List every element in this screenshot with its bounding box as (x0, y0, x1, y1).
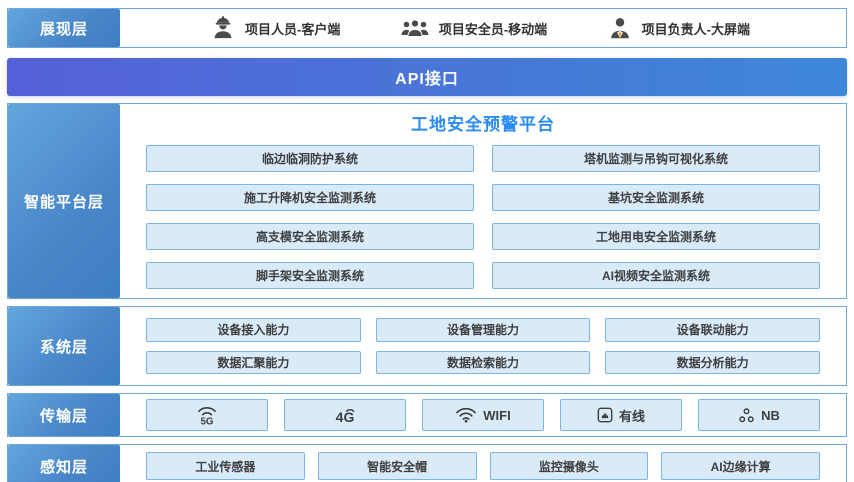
wired-network-icon (597, 407, 613, 423)
platform-system-box: 临边临洞防护系统 (146, 145, 474, 172)
transport-item-label: 有线 (619, 406, 645, 425)
platform-system-box: AI视频安全监测系统 (492, 262, 820, 289)
platform-system-box: 工地用电安全监测系统 (492, 223, 820, 250)
presentation-layer-section: 展现层 项目人员-客户端 (7, 8, 847, 48)
system-capability-box: 数据检索能力 (376, 351, 591, 375)
manager-icon (607, 15, 633, 41)
transport-item-label: WIFI (483, 408, 510, 423)
platform-title: 工地安全预警平台 (146, 110, 820, 140)
perception-items-row: 工业传感器 智能安全帽 监控摄像头 AI边缘计算 (120, 445, 846, 482)
perception-item-box: 工业传感器 (146, 452, 305, 480)
signal-5g-icon: 5G (194, 403, 220, 427)
perception-layer-section: 感知层 工业传感器 智能安全帽 监控摄像头 AI边缘计算 (7, 444, 847, 482)
svg-text:5G: 5G (200, 417, 213, 427)
svg-text:4G: 4G (336, 409, 355, 425)
transport-item-5g: 5G (146, 399, 268, 431)
platform-systems-grid: 临边临洞防护系统 塔机监测与吊钩可视化系统 施工升降机安全监测系统 基坑安全监测… (146, 145, 820, 290)
presentation-item-label: 项目人员-客户端 (245, 19, 340, 38)
transport-item-label: NB (761, 408, 780, 423)
perception-item-box: 智能安全帽 (318, 452, 477, 480)
presentation-layer-content: 项目人员-客户端 项目安全员-移动端 (120, 9, 846, 47)
nb-iot-icon (738, 407, 755, 424)
api-bar-label: API接口 (395, 65, 459, 89)
system-capabilities-grid: 设备接入能力 设备管理能力 设备联动能力 数据汇聚能力 数据检索能力 数据分析能… (120, 307, 846, 385)
transport-item-wired: 有线 (560, 399, 682, 431)
wifi-icon (455, 407, 477, 423)
system-capability-box: 设备联动能力 (605, 318, 820, 342)
transport-layer-label: 传输层 (8, 394, 120, 436)
transport-item-nb: NB (698, 399, 820, 431)
system-capability-box: 数据分析能力 (605, 351, 820, 375)
platform-system-box: 施工升降机安全监测系统 (146, 184, 474, 211)
platform-layer-content: 工地安全预警平台 临边临洞防护系统 塔机监测与吊钩可视化系统 施工升降机安全监测… (120, 104, 846, 298)
perception-layer-label: 感知层 (8, 445, 120, 482)
transport-layer-section: 传输层 5G 4G (7, 393, 847, 437)
platform-system-box: 塔机监测与吊钩可视化系统 (492, 145, 820, 172)
presentation-item-label: 项目安全员-移动端 (439, 19, 547, 38)
platform-layer-label: 智能平台层 (8, 104, 120, 298)
platform-system-box: 基坑安全监测系统 (492, 184, 820, 211)
transport-items-row: 5G 4G WIFI (120, 394, 846, 436)
perception-item-box: AI边缘计算 (661, 452, 820, 480)
system-capability-box: 数据汇聚能力 (146, 351, 361, 375)
worker-icon (210, 15, 236, 41)
presentation-item-mobile: 项目安全员-移动端 (400, 15, 547, 41)
system-layer-label: 系统层 (8, 307, 120, 385)
perception-item-box: 监控摄像头 (490, 452, 649, 480)
platform-layer-section: 智能平台层 工地安全预警平台 临边临洞防护系统 塔机监测与吊钩可视化系统 施工升… (7, 103, 847, 299)
system-capability-box: 设备管理能力 (376, 318, 591, 342)
architecture-diagram: 展现层 项目人员-客户端 (0, 0, 854, 482)
system-capability-box: 设备接入能力 (146, 318, 361, 342)
system-layer-section: 系统层 设备接入能力 设备管理能力 设备联动能力 数据汇聚能力 数据检索能力 数… (7, 306, 847, 386)
presentation-layer-label: 展现层 (8, 9, 120, 47)
presentation-item-label: 项目负责人-大屏端 (642, 19, 750, 38)
platform-system-box: 高支模安全监测系统 (146, 223, 474, 250)
api-bar: API接口 (7, 58, 847, 96)
presentation-item-bigscreen: 项目负责人-大屏端 (607, 15, 750, 41)
platform-system-box: 脚手架安全监测系统 (146, 262, 474, 289)
signal-4g-icon: 4G (331, 404, 359, 426)
transport-item-4g: 4G (284, 399, 406, 431)
presentation-item-client: 项目人员-客户端 (210, 15, 340, 41)
transport-item-wifi: WIFI (422, 399, 544, 431)
team-icon (400, 15, 430, 41)
